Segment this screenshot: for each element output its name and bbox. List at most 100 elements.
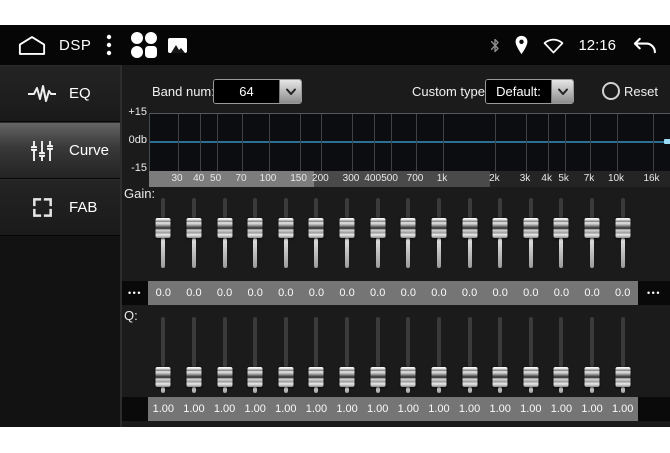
gain-band-slider[interactable] xyxy=(493,198,508,268)
slider-thumb[interactable] xyxy=(523,367,538,387)
slider-track-upper xyxy=(621,198,625,218)
slider-thumb[interactable] xyxy=(217,367,232,387)
bluetooth-icon[interactable] xyxy=(489,36,501,55)
slider-thumb[interactable] xyxy=(462,367,477,387)
slider-thumb[interactable] xyxy=(585,367,600,387)
dsp-app-window: DSP 12:16 xyxy=(0,25,670,427)
slider-thumb[interactable] xyxy=(248,218,263,238)
q-band-slider[interactable] xyxy=(523,317,538,393)
q-band-slider[interactable] xyxy=(554,317,569,393)
slider-thumb[interactable] xyxy=(309,367,324,387)
status-bar-right: 12:16 xyxy=(489,25,658,65)
q-band-slider[interactable] xyxy=(585,317,600,393)
slider-thumb[interactable] xyxy=(156,218,171,238)
slider-thumb[interactable] xyxy=(278,218,293,238)
q-band-slider[interactable] xyxy=(248,317,263,393)
slider-thumb[interactable] xyxy=(156,367,171,387)
gain-band-slider[interactable] xyxy=(431,198,446,268)
gain-value-strip: 0.00.00.00.00.00.00.00.00.00.00.00.00.00… xyxy=(148,281,638,305)
wifi-icon[interactable] xyxy=(542,37,565,54)
overflow-menu-icon[interactable] xyxy=(106,34,112,56)
sidebar-item-fab[interactable]: FAB xyxy=(0,179,120,236)
gain-band-slider[interactable] xyxy=(340,198,355,268)
q-band-slider[interactable] xyxy=(156,317,171,393)
apps-clover-icon[interactable] xyxy=(131,32,157,58)
sidebar-item-curve[interactable]: Curve xyxy=(0,122,120,179)
q-band-slider[interactable] xyxy=(462,317,477,393)
q-band-slider[interactable] xyxy=(370,317,385,393)
slider-thumb[interactable] xyxy=(401,367,416,387)
gain-band-slider[interactable] xyxy=(248,198,263,268)
slider-thumb[interactable] xyxy=(523,218,538,238)
gain-more-left-button[interactable]: ••• xyxy=(122,281,148,305)
slider-thumb[interactable] xyxy=(554,367,569,387)
slider-thumb[interactable] xyxy=(309,218,324,238)
slider-track-lower xyxy=(437,387,441,393)
slider-thumb[interactable] xyxy=(340,218,355,238)
slider-thumb[interactable] xyxy=(462,218,477,238)
slider-thumb[interactable] xyxy=(278,367,293,387)
q-slider-row xyxy=(148,317,638,393)
gain-band-slider[interactable] xyxy=(523,198,538,268)
band-num-select[interactable]: 64 xyxy=(213,79,302,104)
gain-band-slider[interactable] xyxy=(401,198,416,268)
q-band-slider[interactable] xyxy=(340,317,355,393)
back-icon[interactable] xyxy=(629,36,658,55)
q-band-slider[interactable] xyxy=(309,317,324,393)
q-band-slider[interactable] xyxy=(186,317,201,393)
freq-tick-label: 10k xyxy=(608,171,624,187)
chevron-down-icon[interactable] xyxy=(551,80,573,103)
gain-band-slider[interactable] xyxy=(462,198,477,268)
gain-band-slider[interactable] xyxy=(278,198,293,268)
chevron-down-icon[interactable] xyxy=(279,80,301,103)
fab-arrows-icon xyxy=(28,195,56,220)
gain-band-slider[interactable] xyxy=(186,198,201,268)
q-band-slider[interactable] xyxy=(401,317,416,393)
slider-thumb[interactable] xyxy=(431,218,446,238)
gain-band-slider[interactable] xyxy=(156,198,171,268)
q-band-slider[interactable] xyxy=(615,317,630,393)
reset-radio[interactable] xyxy=(602,82,620,100)
slider-thumb[interactable] xyxy=(248,367,263,387)
zero-db-line xyxy=(150,141,670,143)
q-band-slider[interactable] xyxy=(278,317,293,393)
custom-type-select[interactable]: Default: xyxy=(485,79,574,104)
slider-thumb[interactable] xyxy=(615,367,630,387)
slider-thumb[interactable] xyxy=(615,218,630,238)
slider-thumb[interactable] xyxy=(431,367,446,387)
home-icon[interactable] xyxy=(18,35,46,56)
eq-curve-plot[interactable] xyxy=(149,113,670,172)
slider-thumb[interactable] xyxy=(401,218,416,238)
slider-thumb[interactable] xyxy=(554,218,569,238)
sidebar-item-eq[interactable]: EQ xyxy=(0,65,120,122)
gain-value: 0.0 xyxy=(240,281,271,305)
q-band-slider[interactable] xyxy=(217,317,232,393)
q-value: 1.00 xyxy=(209,397,240,421)
slider-thumb[interactable] xyxy=(585,218,600,238)
slider-thumb[interactable] xyxy=(186,367,201,387)
freq-tick-label: 400 xyxy=(364,171,381,187)
slider-thumb[interactable] xyxy=(493,218,508,238)
gain-band-slider[interactable] xyxy=(309,198,324,268)
q-band-slider[interactable] xyxy=(431,317,446,393)
freq-gridline xyxy=(269,114,270,171)
gain-band-slider[interactable] xyxy=(370,198,385,268)
slider-thumb[interactable] xyxy=(370,218,385,238)
slider-track-upper xyxy=(559,198,563,218)
slider-thumb[interactable] xyxy=(217,218,232,238)
gain-band-slider[interactable] xyxy=(217,198,232,268)
location-icon[interactable] xyxy=(514,35,529,55)
slider-thumb[interactable] xyxy=(340,367,355,387)
slider-thumb[interactable] xyxy=(493,367,508,387)
slider-thumb[interactable] xyxy=(370,367,385,387)
gain-band-slider[interactable] xyxy=(615,198,630,268)
slider-thumb[interactable] xyxy=(186,218,201,238)
gain-more-right-button[interactable]: ••• xyxy=(638,281,670,305)
app-title: DSP xyxy=(59,37,91,54)
gallery-icon[interactable] xyxy=(168,38,187,53)
gain-band-slider[interactable] xyxy=(554,198,569,268)
q-value: 1.00 xyxy=(301,397,332,421)
freq-gridline xyxy=(495,114,496,171)
q-band-slider[interactable] xyxy=(493,317,508,393)
gain-band-slider[interactable] xyxy=(585,198,600,268)
